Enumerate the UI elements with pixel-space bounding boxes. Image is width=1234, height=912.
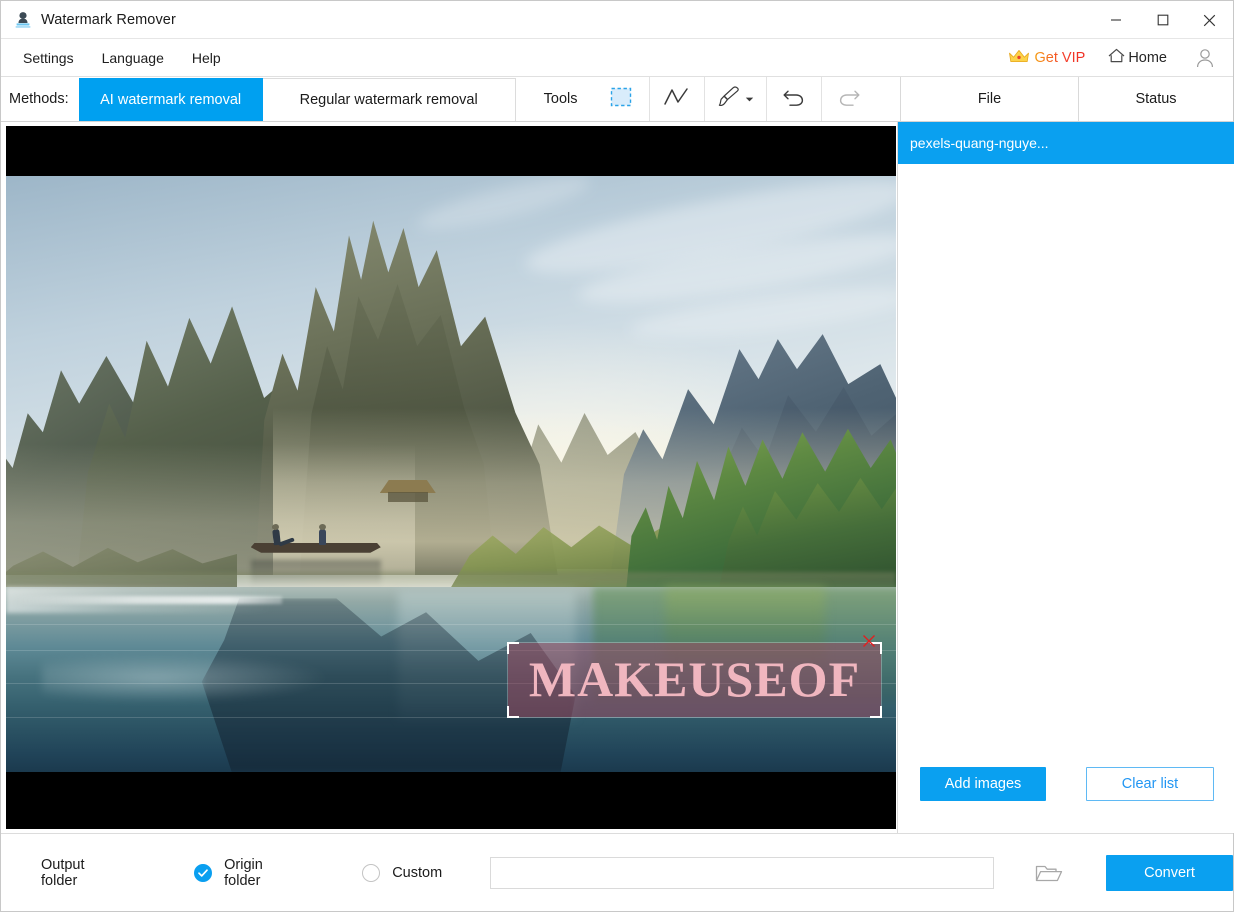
photo-boat xyxy=(251,535,381,555)
tab-regular-watermark-removal[interactable]: Regular watermark removal xyxy=(263,78,516,121)
menu-item-help[interactable]: Help xyxy=(182,45,231,71)
brush-icon xyxy=(716,85,742,114)
file-panel: pexels-quang-nguye... Add images Clear l… xyxy=(897,122,1234,833)
selection-close-icon[interactable] xyxy=(862,634,876,648)
photo-boat-reflection xyxy=(251,560,381,586)
radio-origin-folder-label: Origin folder xyxy=(224,857,302,889)
main-body: MAKEUSEOF pexels-qu xyxy=(1,122,1233,833)
home-label: Home xyxy=(1128,50,1167,66)
add-images-button[interactable]: Add images xyxy=(920,767,1046,801)
redo-button[interactable] xyxy=(821,77,876,121)
crown-icon xyxy=(1008,48,1030,69)
output-footer: Output folder Origin folder Custom Conve… xyxy=(1,833,1233,911)
home-button[interactable]: Home xyxy=(1107,47,1167,69)
watermark-selection-box[interactable]: MAKEUSEOF xyxy=(508,643,881,717)
selection-handle-bottom-left[interactable] xyxy=(507,706,519,718)
chevron-down-icon[interactable] xyxy=(745,90,754,108)
undo-button[interactable] xyxy=(766,77,821,121)
stamp-icon xyxy=(13,10,33,30)
selection-handle-top-left[interactable] xyxy=(507,642,519,654)
title-bar: Watermark Remover xyxy=(1,1,1233,39)
window-title: Watermark Remover xyxy=(41,12,176,28)
watermark-text: MAKEUSEOF xyxy=(508,654,881,704)
minimize-button[interactable] xyxy=(1092,1,1139,39)
menu-bar-right: Get VIP Home xyxy=(1008,39,1233,77)
methods-label: Methods: xyxy=(1,77,79,121)
file-list[interactable]: pexels-quang-nguye... xyxy=(898,122,1234,759)
photo-haze-left xyxy=(6,444,415,575)
redo-icon xyxy=(836,86,862,113)
convert-button[interactable]: Convert xyxy=(1106,855,1233,891)
polyline-select-tool[interactable] xyxy=(649,77,704,121)
toolbar-spacer xyxy=(876,77,900,121)
tools-label: Tools xyxy=(516,77,594,121)
polyline-select-icon xyxy=(663,86,691,113)
menu-bar: Settings Language Help Get VIP xyxy=(1,39,1233,77)
file-name: pexels-quang-nguye... xyxy=(910,135,1049,151)
menu-item-settings[interactable]: Settings xyxy=(13,45,84,71)
photo-hut xyxy=(380,480,436,502)
get-vip-label: Get VIP xyxy=(1035,50,1086,66)
radio-custom-folder-label: Custom xyxy=(392,865,442,881)
output-folder-label: Output folder xyxy=(41,857,124,889)
status-column-header: Status xyxy=(1078,77,1233,121)
methods-toolbar: Methods: AI watermark removal Regular wa… xyxy=(1,77,1233,122)
home-icon xyxy=(1107,47,1126,69)
undo-icon xyxy=(781,86,807,113)
brush-tool[interactable] xyxy=(704,77,766,121)
file-column-header: File xyxy=(900,77,1078,121)
rectangle-select-tool[interactable] xyxy=(594,77,649,121)
radio-custom-folder[interactable]: Custom xyxy=(362,864,442,882)
tab-ai-watermark-removal[interactable]: AI watermark removal xyxy=(79,78,263,121)
get-vip-button[interactable]: Get VIP xyxy=(1008,48,1086,69)
maximize-button[interactable] xyxy=(1139,1,1186,39)
list-item[interactable]: pexels-quang-nguye... xyxy=(898,122,1234,164)
menu-item-language[interactable]: Language xyxy=(92,45,174,71)
app-window: Watermark Remover Settings Language Help xyxy=(0,0,1234,912)
rectangle-select-icon xyxy=(609,85,633,114)
window-controls xyxy=(1092,1,1233,39)
folder-open-icon[interactable] xyxy=(1034,860,1064,886)
clear-list-button[interactable]: Clear list xyxy=(1086,767,1214,801)
output-path-input[interactable] xyxy=(490,857,994,889)
canvas-area: MAKEUSEOF xyxy=(1,122,897,833)
radio-custom-folder-indicator xyxy=(362,864,380,882)
radio-origin-folder[interactable]: Origin folder xyxy=(194,857,302,889)
file-panel-actions: Add images Clear list xyxy=(898,759,1234,833)
close-button[interactable] xyxy=(1186,1,1233,39)
radio-origin-folder-indicator xyxy=(194,864,212,882)
selection-handle-bottom-right[interactable] xyxy=(870,706,882,718)
user-account-icon[interactable] xyxy=(1193,46,1217,70)
image-canvas[interactable]: MAKEUSEOF xyxy=(6,126,896,829)
